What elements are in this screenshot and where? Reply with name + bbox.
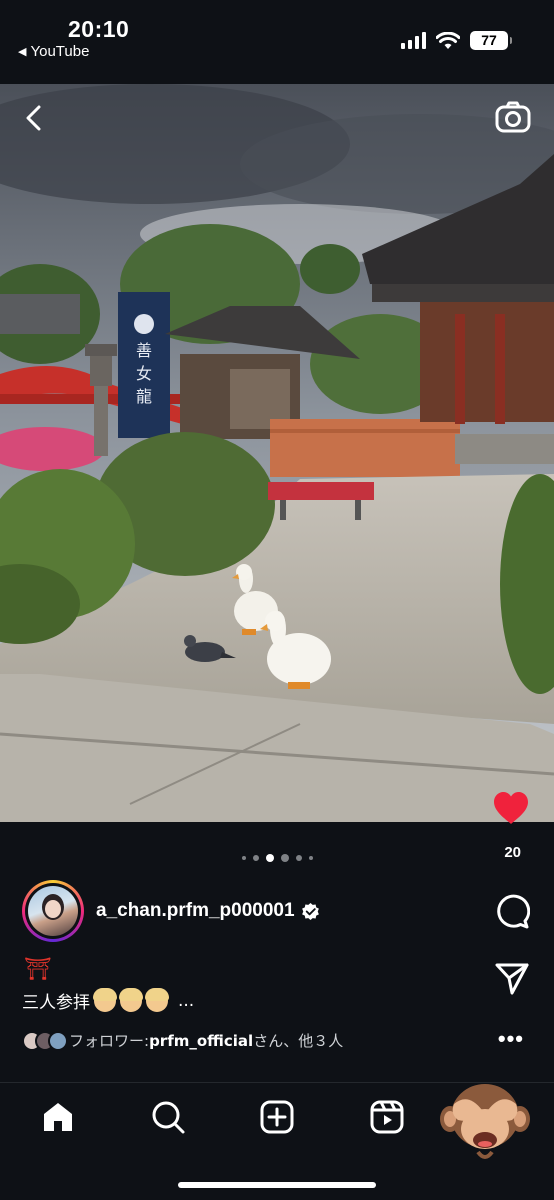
svg-text:龍: 龍 [136,387,152,406]
reels-icon[interactable] [369,1099,405,1135]
person-emoji-icon [93,987,117,1012]
carousel-dot [295,855,302,861]
search-icon[interactable] [150,1099,186,1135]
followers-suffix: さん、他３人 [253,1032,344,1050]
caption-text: 三人参拝 [22,993,90,1013]
wifi-icon [436,31,460,49]
caption-more[interactable]: ... [178,991,194,1011]
paper-plane-icon[interactable] [494,960,530,996]
status-bar: 20:10 ◀ YouTube 77 [0,0,554,84]
create-icon[interactable] [259,1099,295,1135]
follower-avatars [22,1030,68,1051]
heart-icon[interactable] [492,790,530,826]
camera-icon[interactable] [494,98,532,136]
post-caption[interactable]: 三人参拝 ... [22,987,194,1013]
verified-badge-icon [301,902,319,920]
temple-scene-image: 善 女 龍 [0,84,554,822]
carousel-indicator [0,854,554,862]
svg-text:善: 善 [136,341,152,360]
carousel-dot [241,856,246,860]
carousel-dot-active [265,854,274,862]
see-no-evil-monkey-icon[interactable] [438,1074,532,1164]
home-icon[interactable] [40,1099,76,1135]
followers-handle[interactable]: prfm_official [149,1032,253,1050]
post-photo[interactable]: 善 女 龍 [0,84,554,822]
carousel-dot [252,855,259,861]
person-emoji-icon [119,987,143,1012]
back-triangle-icon: ◀ [18,46,27,58]
author-username[interactable]: a_chan.prfm_p000001 [96,900,295,922]
clock: 20:10 [68,16,130,42]
person-emoji-icon [145,987,169,1012]
back-app-label: YouTube [30,43,90,60]
battery-indicator: 77 [470,31,512,50]
comment-icon[interactable] [494,894,530,930]
back-chevron-icon[interactable] [18,102,50,134]
followed-by-row[interactable]: フォロワー: prfm_official さん、他３人 [22,1030,343,1051]
cellular-signal-icon [401,32,426,49]
author-avatar[interactable] [22,880,84,942]
home-indicator[interactable] [178,1182,376,1188]
torii-emoji: ⛩ [24,956,52,981]
back-to-app-link[interactable]: ◀ YouTube [18,43,89,60]
svg-text:女: 女 [136,364,152,383]
carousel-dot [280,854,289,862]
followers-prefix: フォロワー: [69,1032,150,1050]
carousel-dot [308,856,313,860]
status-indicators: 77 [401,31,512,50]
more-icon[interactable]: ••• [498,1026,524,1052]
author-username-row[interactable]: a_chan.prfm_p000001 [96,900,320,922]
